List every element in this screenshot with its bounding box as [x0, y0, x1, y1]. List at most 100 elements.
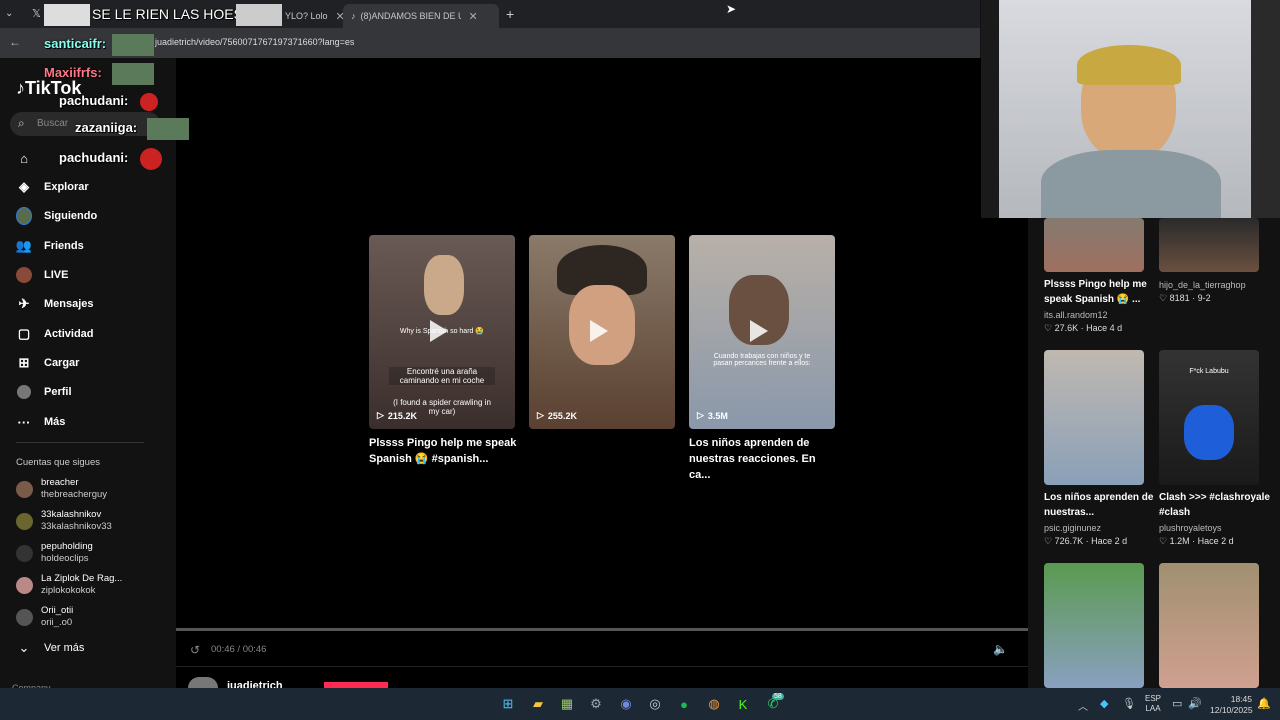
nav-siguiendo[interactable]: Siguiendo [16, 207, 97, 225]
language-indicator[interactable]: ESP LAA [1145, 694, 1161, 714]
volume-icon[interactable]: 🔈 [993, 642, 1008, 656]
video-card[interactable]: Why is Spanish so hard 😭 Encontré una ar… [369, 235, 515, 429]
heart-icon: ♡ [1159, 293, 1170, 303]
view-count-text: 3.5M [707, 410, 728, 421]
discord-icon[interactable]: ◉ [616, 694, 636, 714]
kick-icon[interactable]: K [733, 694, 753, 714]
post-age: Hace 2 d [1091, 536, 1128, 546]
friends-icon: 👥 [15, 238, 33, 253]
nav-label: LIVE [44, 269, 69, 281]
recommended-user[interactable]: plushroyaletoys [1159, 523, 1222, 533]
nav-home[interactable]: ⌂ [16, 150, 32, 166]
tab-title-1[interactable]: SE LE RIEN LAS HOES [92, 6, 243, 22]
chevron-up-icon[interactable]: ︿ [1078, 698, 1088, 713]
streamer-shirt [1041, 150, 1221, 218]
webcam-wall [1251, 0, 1280, 218]
recommended-thumbnail[interactable] [1044, 563, 1144, 688]
recommended-user[interactable]: psic.giginunez [1044, 523, 1101, 533]
avatar [16, 576, 33, 594]
file-explorer-icon[interactable]: ▰ [528, 694, 548, 714]
recommended-title[interactable]: Los niños aprenden de nuestras... [1044, 490, 1156, 520]
microphone-icon[interactable]: 🎙 [1122, 697, 1136, 710]
compass-icon: ◈ [19, 179, 29, 194]
following-item[interactable]: breacher thebreacherguy [16, 477, 107, 501]
search-icon: ⌕ [18, 116, 25, 130]
avatar[interactable] [188, 677, 218, 688]
play-small-icon: ▷ [697, 410, 704, 420]
tab-2[interactable]: YLO? Lolo ✕ [285, 4, 345, 28]
recommended-thumbnail[interactable] [1159, 218, 1259, 272]
nav-cargar[interactable]: ⊞ Cargar [16, 355, 80, 371]
play-small-icon: ▷ [537, 410, 544, 420]
tray-app-icon[interactable]: ◆ [1100, 697, 1108, 710]
recommended-title[interactable]: Plssss Pingo help me speak Spanish 😭 ... [1044, 277, 1156, 307]
recommended-thumbnail[interactable] [1044, 350, 1144, 485]
chat-username: santicaifr: [44, 36, 107, 51]
nav-actividad[interactable]: ▢ Actividad [16, 326, 94, 342]
chrome-icon[interactable]: ◍ [704, 694, 724, 714]
search-placeholder: Buscar [37, 118, 69, 129]
url-text[interactable]: juadietrich/video/7560071767197371660?la… [155, 37, 354, 47]
thumbnail-icon [236, 4, 282, 26]
video-caption[interactable]: Los niños aprenden de nuestras reaccione… [689, 435, 839, 483]
divider [176, 666, 1028, 667]
see-more-label: Ver más [44, 642, 85, 654]
nav-label: Más [44, 416, 66, 428]
see-more-button[interactable]: ⌄ Ver más [16, 640, 85, 656]
play-icon [750, 320, 768, 342]
replay-icon[interactable]: ↺ [190, 643, 200, 657]
speaker-icon[interactable]: 🔊 [1188, 697, 1202, 710]
webcam-wall [981, 0, 999, 218]
following-item[interactable]: La Ziplok De Rag... ziplokokokok [16, 573, 122, 597]
nav-live[interactable]: LIVE [16, 267, 68, 283]
progress-bar[interactable] [176, 628, 1028, 631]
tab-list-icon[interactable]: ⌄ [5, 8, 13, 19]
nav-friends[interactable]: 👥 Friends [16, 238, 84, 254]
recommended-thumbnail[interactable] [1044, 218, 1144, 272]
following-item[interactable]: 33kalashnikov 33kalashnikov33 [16, 509, 112, 533]
recommended-thumbnail[interactable]: F*ck Labubu [1159, 350, 1259, 485]
clock[interactable]: 18:45 12/10/2025 [1210, 694, 1253, 716]
video-caption[interactable]: Plssss Pingo help me speak Spanish 😭 #sp… [369, 435, 519, 467]
post-age: Hace 2 d [1197, 536, 1234, 546]
windows-start-icon[interactable]: ⊞ [498, 694, 518, 714]
author-name[interactable]: juadietrich [227, 680, 283, 688]
notification-badge: 58 [772, 693, 784, 700]
back-icon[interactable]: ← [9, 35, 21, 49]
nav-explorar[interactable]: ◈ Explorar [16, 179, 89, 195]
upload-icon: ⊞ [18, 355, 30, 370]
tiktok-icon: ♪ [351, 11, 356, 21]
video-card[interactable]: Cuando trabajas con niños y te pasan per… [689, 235, 835, 429]
nav-label: Explorar [44, 181, 89, 193]
windows-taskbar [0, 688, 1280, 720]
close-icon[interactable]: ✕ [469, 10, 478, 23]
tab-label: YLO? Lolo [285, 11, 328, 21]
following-handle: holdeoclips [41, 553, 89, 564]
recommended-title[interactable]: Clash >>> #clashroyale #clash [1159, 490, 1271, 520]
spotify-icon[interactable]: ● [674, 694, 694, 714]
nav-mas[interactable]: ··· Más [16, 414, 66, 430]
tab-3[interactable]: ♪ (8)ANDAMOS BIEN DE UN... ✕ [343, 4, 499, 28]
network-icon[interactable]: ▭ [1172, 697, 1182, 710]
steam-icon[interactable]: ⚙ [586, 694, 606, 714]
following-item[interactable]: pepuholding holdeoclips [16, 541, 93, 565]
following-item[interactable]: Orii_otii orii_.o0 [16, 605, 73, 629]
chat-emote [112, 34, 154, 56]
obs-icon[interactable]: ◎ [645, 694, 665, 714]
recommended-user[interactable]: hijo_de_la_tierraghop [1159, 280, 1246, 290]
chat-username: pachudani: [59, 93, 129, 108]
video-card[interactable]: ▷ 255.2K [529, 235, 675, 429]
nav-perfil[interactable]: Perfil [16, 384, 72, 400]
recommended-user[interactable]: its.all.random12 [1044, 310, 1108, 320]
minecraft-icon[interactable]: ▦ [557, 694, 577, 714]
webcam-overlay [981, 0, 1280, 218]
nav-mensajes[interactable]: ✈ Mensajes [16, 296, 94, 312]
divider [16, 442, 144, 443]
new-tab-button[interactable]: + [506, 6, 514, 22]
recommended-thumbnail[interactable] [1159, 563, 1259, 688]
play-icon [590, 320, 608, 342]
following-name: pepuholding [41, 541, 93, 552]
heart-icon: ♡ [1044, 323, 1055, 333]
notifications-icon[interactable]: 🔔 [1257, 697, 1271, 710]
avatar [16, 480, 33, 498]
